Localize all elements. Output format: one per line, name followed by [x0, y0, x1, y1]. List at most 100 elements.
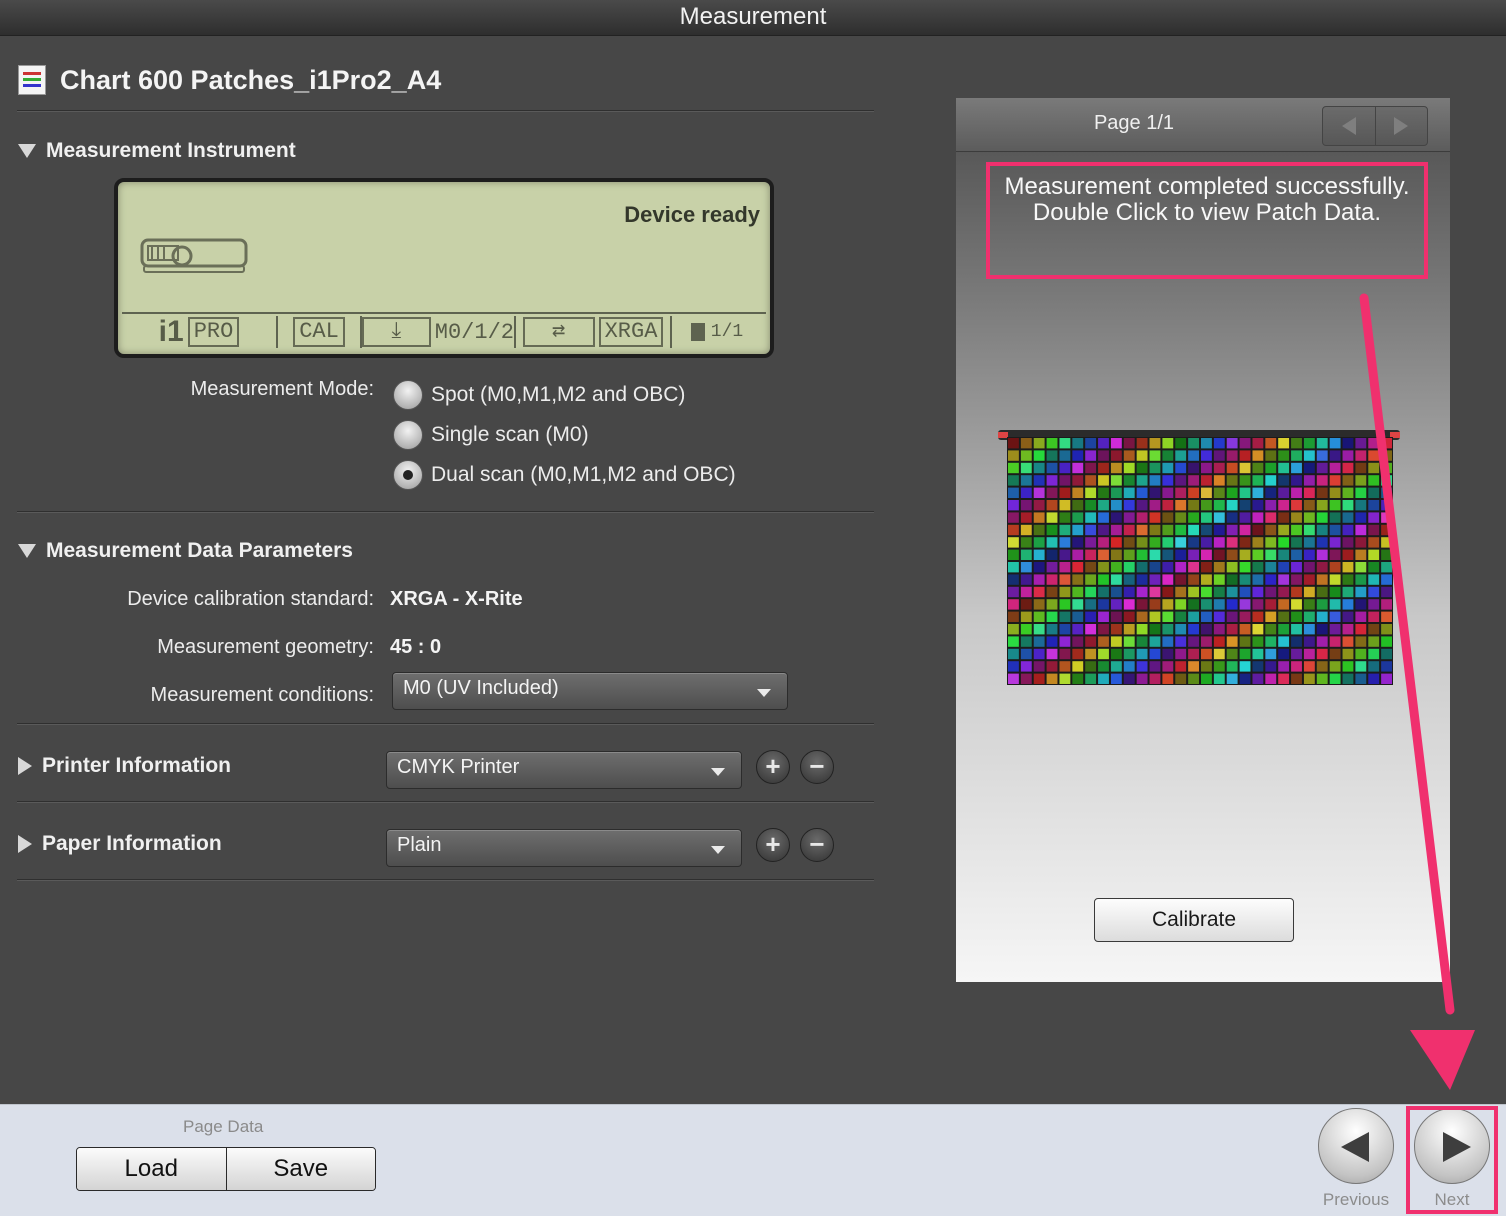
lcd-standard-cell: ⇄ XRGA: [516, 316, 672, 348]
patch: [1046, 537, 1058, 548]
patch: [1265, 636, 1277, 647]
patch: [1265, 524, 1277, 536]
patch: [1085, 438, 1097, 449]
patch: [1239, 438, 1251, 449]
patch: [1213, 611, 1225, 622]
next-page-button[interactable]: [1374, 107, 1428, 145]
save-button[interactable]: Save: [225, 1148, 375, 1190]
patch: [1123, 636, 1135, 647]
patch: [1136, 500, 1148, 511]
section-paper-information[interactable]: Paper Information: [18, 830, 222, 858]
patch: [1175, 648, 1187, 660]
section-printer-information[interactable]: Printer Information: [18, 752, 231, 780]
patch: [1213, 475, 1225, 486]
patch: [1110, 661, 1122, 672]
paper-dropdown[interactable]: Plain: [386, 829, 742, 867]
patch: [1329, 475, 1341, 486]
patch: [1046, 636, 1058, 647]
radio-single-scan[interactable]: Single scan (M0): [393, 420, 589, 450]
remove-paper-button[interactable]: −: [800, 828, 834, 862]
add-printer-button[interactable]: +: [756, 750, 790, 784]
patch: [1085, 512, 1097, 523]
patch: [1098, 624, 1109, 635]
patch: [1316, 438, 1328, 449]
patch: [1020, 599, 1032, 610]
patch: [1046, 549, 1058, 560]
disclosure-expanded-icon[interactable]: [18, 544, 36, 558]
patch: [1316, 450, 1328, 461]
patch: [1033, 438, 1045, 449]
patch: [1046, 487, 1058, 498]
patch: [1239, 574, 1251, 585]
previous-circle[interactable]: [1318, 1108, 1394, 1184]
remove-printer-button[interactable]: −: [800, 750, 834, 784]
patch: [1059, 537, 1071, 548]
patch: [1201, 512, 1212, 523]
instrument-device-icon: [140, 238, 248, 273]
previous-button[interactable]: Previous: [1316, 1108, 1396, 1212]
patch: [1162, 624, 1174, 635]
section-measurement-data-parameters[interactable]: Measurement Data Parameters: [18, 537, 353, 565]
patch: [1033, 661, 1045, 672]
patch: [1072, 574, 1084, 585]
patch: [1201, 648, 1212, 660]
patch: [1136, 636, 1148, 647]
disclosure-collapsed-icon[interactable]: [18, 757, 32, 775]
patch: [1046, 574, 1058, 585]
patch: [1213, 599, 1225, 610]
patch: [1303, 636, 1315, 647]
patch: [1020, 673, 1032, 684]
add-paper-button[interactable]: +: [756, 828, 790, 862]
calibrate-button[interactable]: Calibrate: [1094, 898, 1294, 942]
patch: [1098, 586, 1109, 598]
patch: [1252, 562, 1264, 573]
radio-button[interactable]: [393, 420, 423, 450]
patch: [1175, 462, 1187, 474]
patch: [1188, 562, 1199, 573]
radio-button-selected[interactable]: [393, 460, 423, 490]
section-measurement-instrument[interactable]: Measurement Instrument: [18, 137, 296, 165]
patch: [1175, 500, 1187, 511]
chart-title: Chart 600 Patches_i1Pro2_A4: [60, 64, 442, 95]
disclosure-expanded-icon[interactable]: [18, 144, 36, 158]
radio-spot[interactable]: Spot (M0,M1,M2 and OBC): [393, 380, 685, 410]
patch: [1008, 438, 1019, 449]
patch: [1213, 574, 1225, 585]
patch: [1213, 450, 1225, 461]
patch: [1291, 462, 1302, 474]
patch: [1136, 624, 1148, 635]
printer-dropdown[interactable]: CMYK Printer: [386, 751, 742, 789]
divider: [17, 879, 874, 881]
annotation-arrow: [1359, 293, 1475, 1090]
patch: [1046, 661, 1058, 672]
patch: [1098, 450, 1109, 461]
patch: [1265, 562, 1277, 573]
conditions-dropdown[interactable]: M0 (UV Included): [392, 672, 788, 710]
patch: [1278, 537, 1290, 548]
patch: [1291, 574, 1302, 585]
patch: [1059, 673, 1071, 684]
patch: [1162, 574, 1174, 585]
radio-button[interactable]: [393, 380, 423, 410]
patch: [1316, 487, 1328, 498]
patch: [1020, 648, 1032, 660]
patch: [1059, 524, 1071, 536]
patch: [1265, 611, 1277, 622]
patch: [1046, 438, 1058, 449]
radio-dual-scan[interactable]: Dual scan (M0,M1,M2 and OBC): [393, 460, 736, 490]
patch: [1123, 586, 1135, 598]
patch: [1072, 438, 1084, 449]
patch: [1059, 500, 1071, 511]
patch: [1085, 524, 1097, 536]
load-button[interactable]: Load: [77, 1148, 226, 1190]
calibration-standard-value: XRGA - X-Rite: [390, 588, 523, 610]
previous-page-button[interactable]: [1323, 107, 1375, 145]
patch-chart-thumbnail[interactable]: [1007, 437, 1393, 685]
disclosure-collapsed-icon[interactable]: [18, 835, 32, 853]
patch: [1252, 524, 1264, 536]
instrument-lcd-display: Device ready i1 PRO CAL ⤓ M0/1/2 ⇄ XRGA …: [114, 178, 774, 358]
chevron-down-icon: [757, 689, 771, 697]
patch: [1033, 574, 1045, 585]
patch: [1072, 624, 1084, 635]
patch: [1201, 661, 1212, 672]
